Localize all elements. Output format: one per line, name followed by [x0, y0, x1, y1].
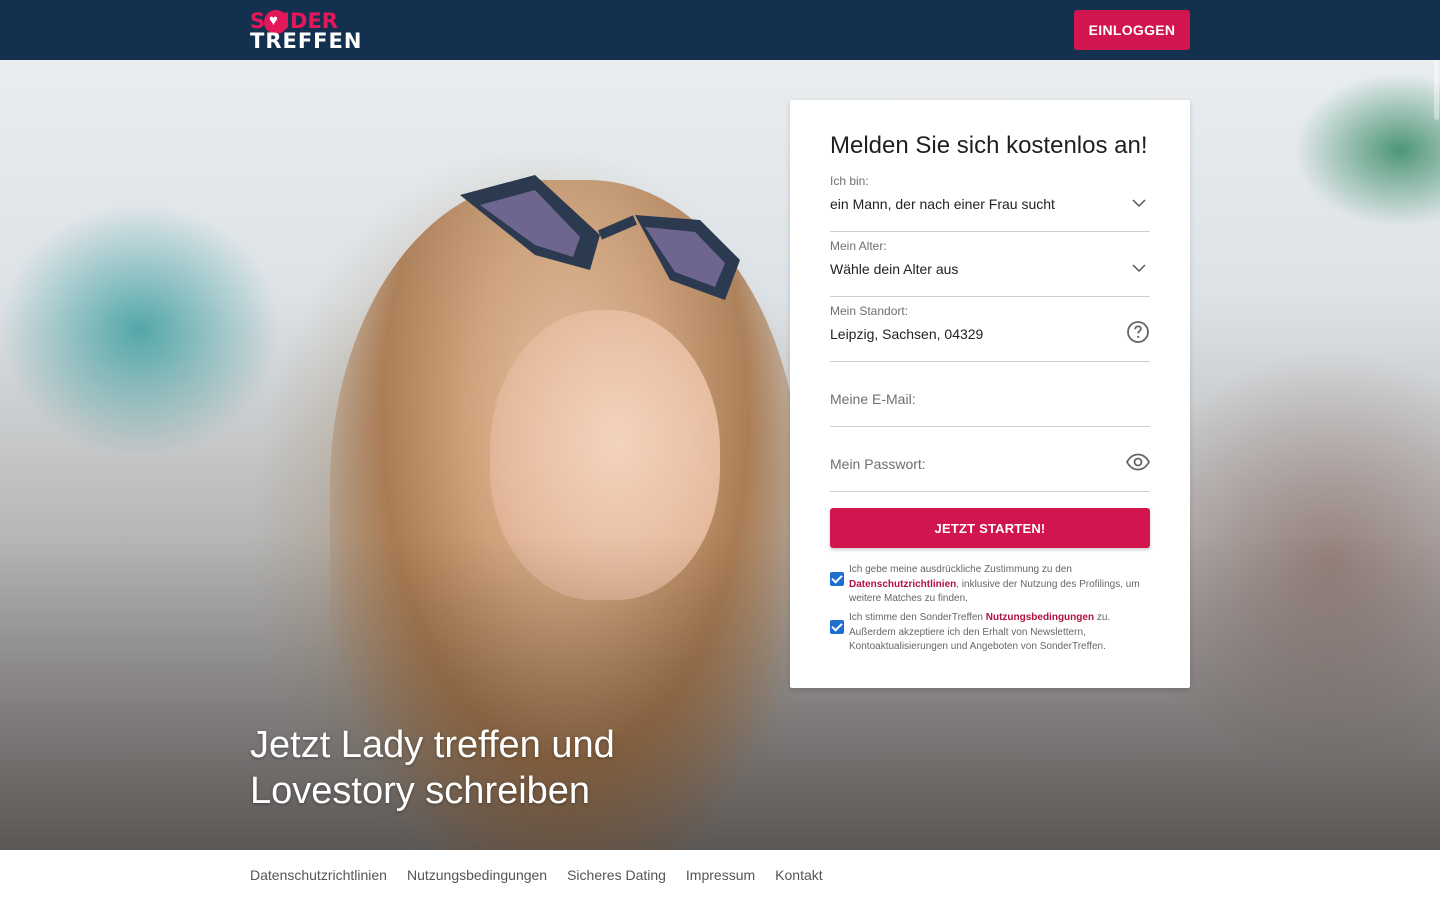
password-placeholder[interactable]: Mein Passwort: [830, 456, 926, 472]
age-label: Mein Alter: [830, 239, 887, 253]
chevron-down-icon[interactable] [1132, 196, 1146, 210]
page-scrollbar[interactable] [1434, 60, 1440, 850]
footer-link-terms[interactable]: Nutzungsbedingungen [407, 867, 547, 883]
hero-headline-line1: Jetzt Lady treffen und [250, 724, 615, 766]
page-footer: Datenschutzrichtlinien Nutzungsbedingung… [0, 850, 1440, 900]
email-field[interactable]: Meine E-Mail: [830, 369, 1150, 427]
eye-icon[interactable] [1126, 450, 1150, 474]
footer-link-privacy[interactable]: Datenschutzrichtlinien [250, 867, 387, 883]
sondertreffen-logo[interactable]: S NDER TREFFEN [250, 9, 363, 53]
terms-consent-text-before: Ich stimme den SonderTreffen [849, 612, 986, 623]
privacy-consent-checkbox[interactable] [830, 572, 844, 586]
privacy-policy-link[interactable]: Datenschutzrichtlinien [849, 579, 956, 590]
terms-consent-text: Ich stimme den SonderTreffen Nutzungsbed… [849, 611, 1149, 655]
footer-links: Datenschutzrichtlinien Nutzungsbedingung… [250, 867, 823, 883]
help-circle-icon[interactable] [1126, 320, 1150, 344]
privacy-consent-text: Ich gebe meine ausdrückliche Zustimmung … [849, 563, 1149, 607]
chevron-down-icon[interactable] [1132, 261, 1146, 275]
registration-form: Melden Sie sich kostenlos an! Ich bin: e… [790, 100, 1190, 688]
location-label: Mein Standort: [830, 304, 909, 318]
gender-label: Ich bin: [830, 174, 869, 188]
privacy-consent: Ich gebe meine ausdrückliche Zustimmung … [830, 563, 1150, 607]
age-value[interactable]: Wähle dein Alter aus [830, 261, 958, 277]
hero-section: Jetzt Lady treffen und Lovestory schreib… [0, 60, 1440, 850]
password-field[interactable]: Mein Passwort: [830, 434, 1150, 492]
hero-headline: Jetzt Lady treffen und Lovestory schreib… [250, 722, 810, 814]
gender-select[interactable]: Ich bin: ein Mann, der nach einer Frau s… [830, 174, 1150, 232]
footer-link-contact[interactable]: Kontakt [775, 867, 822, 883]
age-select[interactable]: Mein Alter: Wähle dein Alter aus [830, 239, 1150, 297]
login-button[interactable]: EINLOGGEN [1074, 10, 1190, 50]
footer-link-safe-dating[interactable]: Sicheres Dating [567, 867, 666, 883]
footer-link-imprint[interactable]: Impressum [686, 867, 755, 883]
gender-value[interactable]: ein Mann, der nach einer Frau sucht [830, 196, 1055, 212]
hero-headline-line2: Lovestory schreiben [250, 770, 591, 812]
email-placeholder[interactable]: Meine E-Mail: [830, 391, 916, 407]
top-header: S NDER TREFFEN EINLOGGEN [0, 0, 1440, 60]
location-value[interactable]: Leipzig, Sachsen, 04329 [830, 326, 983, 342]
terms-consent: Ich stimme den SonderTreffen Nutzungsbed… [830, 611, 1150, 655]
terms-consent-checkbox[interactable] [830, 620, 844, 634]
start-button[interactable]: JETZT STARTEN! [830, 508, 1150, 548]
logo-text-bottom: TREFFEN [250, 29, 363, 53]
scrollbar-thumb[interactable] [1434, 60, 1439, 120]
form-title: Melden Sie sich kostenlos an! [830, 132, 1148, 159]
terms-of-use-link[interactable]: Nutzungsbedingungen [986, 612, 1094, 623]
privacy-consent-text-before: Ich gebe meine ausdrückliche Zustimmung … [849, 564, 1072, 575]
location-field[interactable]: Mein Standort: Leipzig, Sachsen, 04329 [830, 304, 1150, 362]
